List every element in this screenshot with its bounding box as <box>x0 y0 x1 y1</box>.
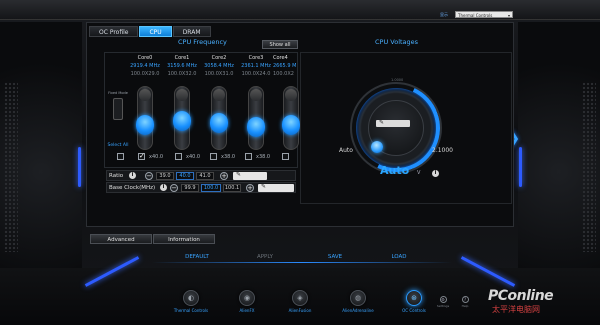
default-button[interactable]: DEFAULT <box>162 252 232 262</box>
voltage-unit: V <box>417 170 421 176</box>
ratio-value-input[interactable]: 40.0 <box>176 172 194 180</box>
pencil-icon: ✎ <box>261 183 267 190</box>
info-icon[interactable]: i <box>129 172 136 179</box>
core-grid: Core0 2919.4 MHz 100.0X29.0 Core1 3159.6… <box>104 52 300 168</box>
bclk-label: Base Clock(MHz) <box>109 185 156 191</box>
core-slider[interactable] <box>247 86 265 150</box>
dock-item-alienadrenaline[interactable]: ◍ AlienAdrenaline <box>330 290 386 313</box>
info-icon[interactable]: i <box>160 184 167 191</box>
oc-controls-icon: ⊛ <box>406 290 422 306</box>
save-button[interactable]: SAVE <box>300 252 370 262</box>
divider <box>152 262 452 263</box>
mode-toggle[interactable] <box>113 98 123 120</box>
help-icon: ? <box>461 296 469 303</box>
watermark-logo: PConline <box>488 288 554 304</box>
tab-bar: OC Profile CPU DRAM <box>89 26 212 37</box>
tab-advanced[interactable]: Advanced <box>90 234 152 244</box>
bclk-plus-button[interactable]: + <box>246 184 254 192</box>
tab-dram[interactable]: DRAM <box>172 26 211 37</box>
core4-checkbox[interactable] <box>282 153 289 160</box>
adrenaline-icon: ◍ <box>350 290 366 306</box>
mode-column: Fixed Mode <box>107 91 129 123</box>
core-slider[interactable] <box>173 86 191 150</box>
info-icon[interactable]: i <box>432 170 439 177</box>
slider-knob[interactable] <box>173 111 191 131</box>
app-window: 显示 Thermal Controls ▾ ❮ ❯ OC Profile CPU… <box>0 0 600 325</box>
bclk-min-value: 99.9 <box>181 184 199 192</box>
dock-item-oc-controls[interactable]: ⊛ OC Controls <box>386 290 442 313</box>
alienfusion-icon: ◈ <box>292 290 308 306</box>
cpu-voltages-title: CPU Voltages <box>375 38 419 46</box>
bclk-max-value: 100.1 <box>223 184 241 192</box>
thermal-icon: ◐ <box>183 290 199 306</box>
ratio-plus-button[interactable]: + <box>220 172 228 180</box>
apply-button[interactable]: APPLY <box>230 252 300 262</box>
slider-knob[interactable] <box>247 117 265 137</box>
dock-item-thermal-controls[interactable]: ◐ Thermal Controls <box>163 290 219 313</box>
dial-min-label: Auto <box>339 147 353 154</box>
bclk-row: Base Clock(MHz) i − 99.9 100.0 100.1 + ✎ <box>106 182 296 193</box>
load-button[interactable]: LOAD <box>364 252 434 262</box>
select-all-label[interactable]: Select All <box>107 143 129 149</box>
pencil-icon: ✎ <box>236 171 242 178</box>
ratio-edit-field[interactable]: ✎ <box>233 171 267 180</box>
slider-knob[interactable] <box>136 115 154 135</box>
select-all-checkbox[interactable] <box>117 153 124 160</box>
action-bar: DEFAULT APPLY SAVE LOAD <box>152 252 452 263</box>
slider-knob[interactable] <box>210 113 228 133</box>
left-glow-bar <box>78 147 81 187</box>
dial-max-label: 2.1000 <box>432 147 453 154</box>
voltage-value: Auto <box>380 164 410 177</box>
dock-item-alienfx[interactable]: ◉ AlienFX <box>219 290 275 313</box>
core1-checkbox[interactable] <box>175 153 182 160</box>
core-header: Core2 3058.4 MHz 100.0X31.0 <box>204 55 234 77</box>
gear-icon: ⚙ <box>439 296 447 303</box>
language-select[interactable]: Thermal Controls ▾ <box>455 11 513 18</box>
core0-checkbox[interactable] <box>138 152 145 160</box>
bclk-value-input[interactable]: 100.0 <box>201 184 221 192</box>
core2-checkbox[interactable] <box>210 153 217 160</box>
pencil-icon: ✎ <box>379 119 385 126</box>
chevron-down-icon: ▾ <box>507 13 510 18</box>
voltage-edit-field[interactable]: ✎ <box>376 119 410 127</box>
ratio-max-value: 41.0 <box>196 172 214 180</box>
right-glow-bar <box>519 147 522 187</box>
core-slider[interactable] <box>210 86 228 150</box>
bclk-minus-button[interactable]: − <box>170 184 178 192</box>
slider-knob[interactable] <box>282 115 300 135</box>
ratio-minus-button[interactable]: − <box>145 172 153 180</box>
language-label: 显示 <box>440 12 448 17</box>
mode-label: Fixed Mode <box>108 91 128 95</box>
settings-tool[interactable]: ⚙ Settings <box>436 296 450 308</box>
core3-checkbox[interactable] <box>245 153 252 160</box>
speaker-grill <box>4 82 18 252</box>
cpu-frequency-title: CPU Frequency <box>178 38 227 46</box>
alienfx-icon: ◉ <box>239 290 255 306</box>
tab-cpu[interactable]: CPU <box>139 26 172 37</box>
dock-item-alienfusion[interactable]: ◈ AlienFusion <box>272 290 328 313</box>
ratio-label: Ratio <box>109 173 124 179</box>
watermark-subtitle: 太平洋电脑网 <box>492 305 540 314</box>
core-slider[interactable] <box>136 86 154 150</box>
tab-oc-profile[interactable]: OC Profile <box>89 26 139 37</box>
core-header: Core0 2919.4 MHz 100.0X29.0 <box>130 55 160 77</box>
bclk-edit-field[interactable]: ✎ <box>258 183 294 192</box>
tab-information[interactable]: Information <box>153 234 215 244</box>
speaker-grill <box>582 82 596 252</box>
voltage-dial-knob[interactable] <box>371 141 383 153</box>
show-all-button[interactable]: Show all <box>262 40 298 49</box>
core-header: Core4 2665.9 M 100.0X2 <box>273 55 297 77</box>
core-slider[interactable] <box>282 86 300 150</box>
title-bar: 显示 Thermal Controls ▾ <box>0 0 600 20</box>
core-header: Core1 3159.6 MHz 100.0X32.0 <box>167 55 197 77</box>
bottom-tab-bar: Advanced Information <box>90 234 216 244</box>
ratio-min-value: 39.0 <box>156 172 174 180</box>
help-tool[interactable]: ? Help <box>458 296 472 308</box>
ratio-row: Ratio i − 39.0 40.0 41.0 + ✎ <box>106 170 296 181</box>
core-header: Core3 2361.1 MHz 100.0X24.0 <box>241 55 271 77</box>
